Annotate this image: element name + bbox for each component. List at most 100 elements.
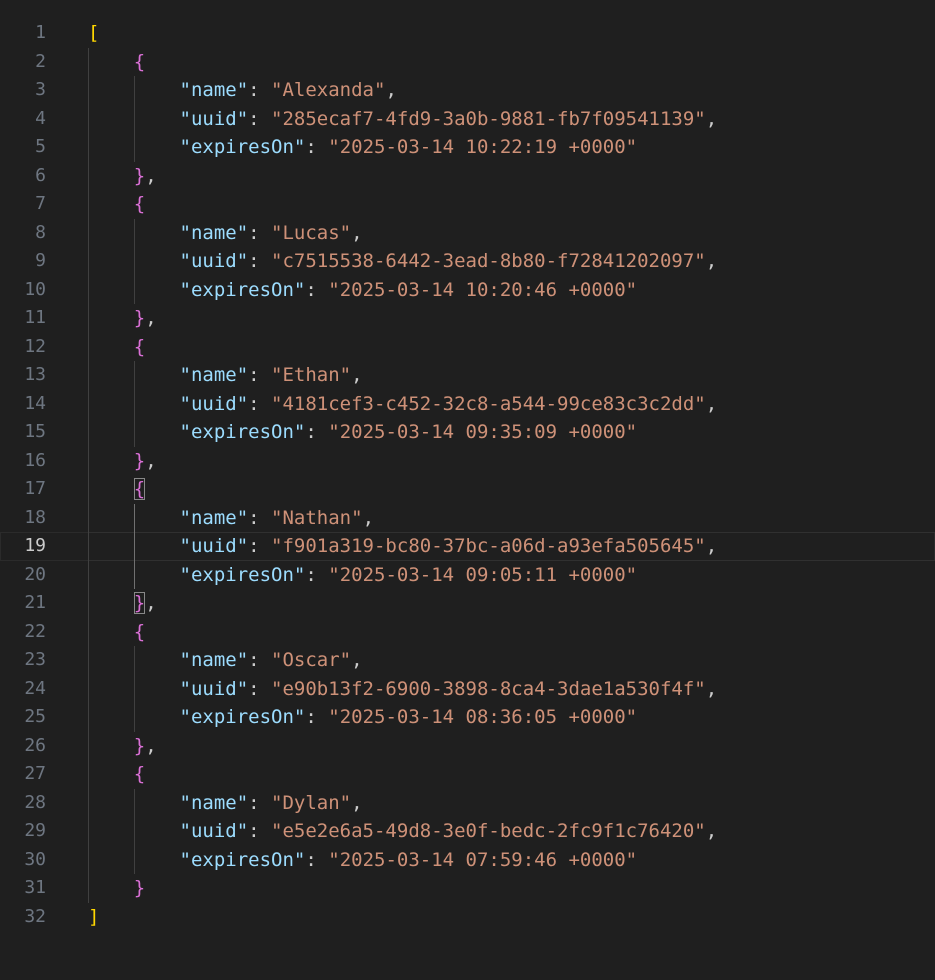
line-property-uuid[interactable]: 14 "uuid": "4181cef3-c452-32c8-a544-99ce…	[0, 390, 935, 419]
line-object-open[interactable]: 27 {	[0, 760, 935, 789]
code-text: },	[88, 447, 157, 476]
json-value-name: "Lucas"	[271, 221, 352, 244]
json-key-expiresOn: "expiresOn"	[179, 278, 306, 301]
line-property-expiresOn[interactable]: 25 "expiresOn": "2025-03-14 08:36:05 +00…	[0, 703, 935, 732]
line-number: 3	[35, 79, 46, 100]
line-object-open[interactable]: 12 {	[0, 333, 935, 362]
json-key-uuid: "uuid"	[179, 392, 249, 415]
line-property-uuid[interactable]: 24 "uuid": "e90b13f2-6900-3898-8ca4-3dae…	[0, 675, 935, 704]
line-property-name[interactable]: 28 "name": "Dylan",	[0, 789, 935, 818]
line-object-open[interactable]: 22 {	[0, 618, 935, 647]
code-editor[interactable]: 1[2 {3 "name": "Alexanda", 4 "uuid": "285…	[0, 0, 935, 980]
json-value-name: "Nathan"	[271, 506, 363, 529]
json-key-name: "name"	[179, 221, 249, 244]
line-number: 12	[24, 335, 46, 357]
object-close-brace: }	[133, 592, 146, 614]
line-number: 32	[24, 905, 46, 927]
line-property-name[interactable]: 23 "name": "Oscar",	[0, 646, 935, 675]
line-object-close[interactable]: 31 }	[0, 874, 935, 903]
line-object-open[interactable]: 2 {	[0, 48, 935, 77]
line-property-uuid[interactable]: 19 "uuid": "f901a319-bc80-37bc-a06d-a93e…	[0, 532, 935, 561]
comma: ,	[705, 677, 718, 700]
line-number: 24	[24, 677, 46, 699]
comma: ,	[362, 506, 375, 529]
json-key-name: "name"	[179, 79, 249, 101]
line-object-close[interactable]: 16 },	[0, 447, 935, 476]
line-property-name[interactable]: 8 "name": "Lucas",	[0, 219, 935, 248]
line-object-close[interactable]: 6 },	[0, 162, 935, 191]
line-number: 29	[24, 820, 46, 841]
line-number: 23	[24, 649, 46, 670]
colon: :	[248, 649, 272, 671]
colon: :	[248, 221, 272, 244]
code-text: "expiresOn": "2025-03-14 08:36:05 +0000"	[88, 703, 638, 732]
json-value-name: "Dylan"	[271, 791, 352, 814]
code-text: {	[88, 48, 145, 77]
line-property-expiresOn[interactable]: 20 "expiresOn": "2025-03-14 09:05:11 +00…	[0, 561, 935, 590]
line-property-expiresOn[interactable]: 30 "expiresOn": "2025-03-14 07:59:46 +00…	[0, 846, 935, 875]
indent-guide	[133, 218, 135, 304]
line-number: 16	[24, 449, 46, 471]
line-object-open[interactable]: 7 {	[0, 190, 935, 219]
json-value-uuid: "285ecaf7-4fd9-3a0b-9881-fb7f09541139"	[271, 107, 706, 130]
line-property-expiresOn[interactable]: 15 "expiresOn": "2025-03-14 09:35:09 +00…	[0, 418, 935, 447]
line-property-uuid[interactable]: 9 "uuid": "c7515538-6442-3ead-8b80-f7284…	[0, 247, 935, 276]
editor-lines[interactable]: 1[2 {3 "name": "Alexanda", 4 "uuid": "285…	[0, 19, 935, 931]
line-property-name[interactable]: 18 "name": "Nathan",	[0, 504, 935, 533]
code-text: "uuid": "f901a319-bc80-37bc-a06d-a93efa5…	[88, 532, 718, 561]
json-value-expiresOn: "2025-03-14 08:36:05 +0000"	[328, 706, 638, 728]
line-number: 20	[24, 563, 46, 585]
colon: :	[248, 791, 272, 814]
line-property-name[interactable]: 13 "name": "Ethan",	[0, 361, 935, 390]
code-text: "name": "Lucas",	[88, 219, 363, 248]
colon: :	[305, 706, 329, 728]
json-value-uuid: "4181cef3-c452-32c8-a544-99ce83c3c2dd"	[271, 392, 706, 415]
colon: :	[248, 250, 272, 272]
line-number: 5	[35, 136, 46, 157]
comma: ,	[145, 734, 157, 757]
line-property-name[interactable]: 3 "name": "Alexanda",	[0, 76, 935, 105]
code-text: {	[88, 760, 145, 789]
json-key-uuid: "uuid"	[179, 677, 249, 700]
line-property-uuid[interactable]: 29 "uuid": "e5e2e6a5-49d8-3e0f-bedc-2fc9…	[0, 817, 935, 846]
code-text: },	[88, 304, 157, 333]
line-property-expiresOn[interactable]: 10 "expiresOn": "2025-03-14 10:20:46 +00…	[0, 276, 935, 305]
object-close-brace: }	[133, 449, 146, 472]
line-number: 6	[35, 164, 46, 186]
colon: :	[305, 421, 329, 443]
line-number: 19	[24, 535, 46, 556]
json-key-expiresOn: "expiresOn"	[179, 136, 306, 158]
line-number: 13	[24, 364, 46, 385]
code-text: "name": "Nathan",	[88, 504, 375, 533]
line-open-array[interactable]: 1[	[0, 19, 935, 48]
line-object-close[interactable]: 26 },	[0, 732, 935, 761]
colon: :	[248, 364, 272, 386]
code-text: "uuid": "4181cef3-c452-32c8-a544-99ce83c…	[88, 390, 718, 419]
colon: :	[248, 107, 272, 130]
code-text: {	[88, 190, 145, 219]
comma: ,	[385, 79, 397, 101]
comma: ,	[145, 592, 157, 614]
line-object-close[interactable]: 11 },	[0, 304, 935, 333]
line-close-array[interactable]: 32]	[0, 903, 935, 932]
line-number: 8	[35, 221, 46, 243]
comma: ,	[351, 364, 363, 386]
colon: :	[248, 535, 272, 557]
comma: ,	[145, 307, 157, 329]
indent-guide	[133, 788, 135, 874]
colon: :	[248, 506, 272, 529]
colon: :	[248, 677, 272, 700]
code-text: "uuid": "c7515538-6442-3ead-8b80-f728412…	[88, 247, 718, 276]
code-text: "expiresOn": "2025-03-14 09:05:11 +0000"	[88, 561, 638, 590]
line-object-close[interactable]: 21 },	[0, 589, 935, 618]
colon: :	[305, 136, 329, 158]
code-text: "expiresOn": "2025-03-14 09:35:09 +0000"	[88, 418, 638, 447]
object-close-brace: }	[133, 164, 146, 187]
line-object-open[interactable]: 17 {	[0, 475, 935, 504]
line-property-uuid[interactable]: 4 "uuid": "285ecaf7-4fd9-3a0b-9881-fb7f0…	[0, 105, 935, 134]
json-key-uuid: "uuid"	[179, 107, 249, 130]
json-value-expiresOn: "2025-03-14 09:35:09 +0000"	[328, 421, 638, 443]
json-key-uuid: "uuid"	[179, 820, 249, 842]
object-close-brace: }	[133, 877, 146, 899]
line-property-expiresOn[interactable]: 5 "expiresOn": "2025-03-14 10:22:19 +000…	[0, 133, 935, 162]
